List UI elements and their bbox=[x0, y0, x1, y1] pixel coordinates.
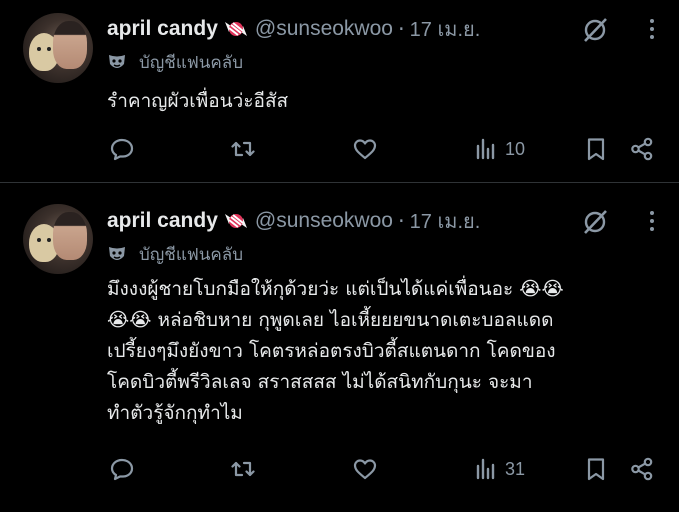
bookmark-icon bbox=[587, 138, 605, 161]
bookmark-button[interactable] bbox=[583, 134, 609, 164]
like-button[interactable] bbox=[352, 134, 378, 164]
reply-button[interactable] bbox=[109, 134, 135, 164]
action-bar: 10 bbox=[107, 134, 662, 164]
display-name[interactable]: april candy bbox=[107, 17, 218, 41]
avatar-face bbox=[53, 21, 87, 69]
action-bar: 31 bbox=[107, 454, 662, 484]
retweet-button[interactable] bbox=[230, 134, 256, 164]
retweet-icon bbox=[231, 461, 255, 477]
bookmark-icon bbox=[587, 458, 605, 481]
heart-icon bbox=[353, 139, 377, 160]
reply-icon bbox=[110, 458, 134, 481]
grok-icon[interactable] bbox=[581, 208, 609, 236]
mask-icon bbox=[109, 55, 125, 68]
views-button[interactable]: 31 bbox=[473, 454, 525, 484]
tweet-text: มึงงงผู้ชายโบกมือให้กุด้วยว่ะ แต่เป็นได้… bbox=[107, 278, 564, 424]
avatar-face bbox=[53, 212, 87, 260]
community-label[interactable]: บัญชีแฟนคลับ bbox=[139, 241, 243, 268]
handle[interactable]: @sunseokwoo bbox=[255, 209, 393, 233]
avatar[interactable] bbox=[23, 204, 93, 274]
tweet-text: รำคาญผัวเพื่อนว่ะอีสัส bbox=[107, 90, 289, 112]
separator: · bbox=[397, 17, 405, 41]
more-icon[interactable] bbox=[647, 17, 657, 41]
handle[interactable]: @sunseokwoo bbox=[255, 17, 393, 41]
candy-icon bbox=[224, 214, 247, 228]
candy-icon bbox=[224, 22, 247, 36]
grok-icon[interactable] bbox=[581, 16, 609, 44]
community-line: บัญชีแฟนคลับ bbox=[107, 242, 243, 266]
community-label[interactable]: บัญชีแฟนคลับ bbox=[139, 49, 243, 76]
avatar[interactable] bbox=[23, 13, 93, 83]
community-line: บัญชีแฟนคลับ bbox=[107, 50, 243, 74]
share-icon bbox=[631, 137, 653, 161]
tweet-header: april candy @sunseokwoo · 17 เม.ย. bbox=[107, 208, 480, 234]
share-button[interactable] bbox=[629, 134, 655, 164]
share-button[interactable] bbox=[629, 454, 655, 484]
retweet-icon bbox=[231, 141, 255, 157]
display-name[interactable]: april candy bbox=[107, 209, 218, 233]
timestamp[interactable]: 17 เม.ย. bbox=[410, 13, 481, 45]
tweet[interactable]: april candy @sunseokwoo · 17 เม.ย. บัญชี… bbox=[0, 0, 679, 182]
reply-button[interactable] bbox=[109, 454, 135, 484]
tweet-header: april candy @sunseokwoo · 17 เม.ย. bbox=[107, 16, 480, 42]
reply-icon bbox=[110, 138, 134, 161]
like-button[interactable] bbox=[352, 454, 378, 484]
retweet-button[interactable] bbox=[230, 454, 256, 484]
share-icon bbox=[631, 457, 653, 481]
separator: · bbox=[397, 209, 405, 233]
views-count: 31 bbox=[505, 458, 526, 479]
views-icon bbox=[476, 138, 495, 160]
more-icon[interactable] bbox=[647, 209, 657, 233]
views-icon bbox=[476, 458, 495, 480]
mask-icon bbox=[109, 247, 125, 260]
heart-icon bbox=[353, 459, 377, 480]
tweet[interactable]: april candy @sunseokwoo · 17 เม.ย. บัญชี… bbox=[0, 184, 679, 512]
views-button[interactable]: 10 bbox=[473, 134, 525, 164]
views-count: 10 bbox=[505, 138, 526, 159]
tweet-divider bbox=[0, 182, 679, 183]
bookmark-button[interactable] bbox=[583, 454, 609, 484]
timestamp[interactable]: 17 เม.ย. bbox=[410, 205, 481, 237]
